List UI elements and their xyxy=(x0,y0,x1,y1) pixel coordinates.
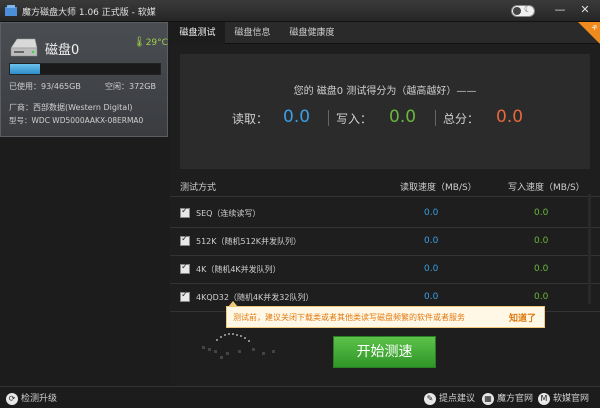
col-read-speed: 读取速度（MB/S） xyxy=(400,183,477,193)
free-space: 空闲：372GB xyxy=(105,82,156,91)
test-name: 512K（随机512K并发队列） xyxy=(196,237,302,246)
m-logo-icon: M xyxy=(538,392,550,405)
minimize-button[interactable]: — xyxy=(553,3,567,17)
score-box: 您的 磁盘0 测试得分为（越高越好）—— 读取： 0.0 写入： 0.0 总分：… xyxy=(180,54,590,169)
feedback-label: 提点建议 xyxy=(439,394,476,404)
read-speed-value: 0.0 xyxy=(424,236,439,246)
temperature-value: 29°C xyxy=(145,38,168,48)
app-logo-icon xyxy=(5,5,17,16)
hard-disk-icon xyxy=(10,38,38,57)
table-row: SEQ（连续读写） 0.0 0.0 xyxy=(170,200,600,228)
test-name: 4KQD32（随机4K并发32队列） xyxy=(196,293,314,302)
title-bar: 魔方磁盘大师 1.06 正式版 - 软媒 ☾ — ✕ xyxy=(0,0,600,22)
col-method: 测试方式 xyxy=(180,183,217,193)
ruanmei-site-label: 软媒官网 xyxy=(553,394,590,404)
check-update-label: 检测升级 xyxy=(21,394,58,404)
progress-graphic xyxy=(202,333,275,359)
thermometer-icon: 🌡 xyxy=(133,37,146,48)
tab-disk-test[interactable]: 磁盘测试 xyxy=(170,22,225,44)
usage-bar xyxy=(9,63,161,75)
status-bar: ⟳ 检测升级 ✎ 提点建议 ▦ 魔方官网 M 软媒官网 xyxy=(0,386,600,408)
tab-disk-health[interactable]: 磁盘健康度 xyxy=(280,22,344,44)
usage-bar-fill xyxy=(10,64,40,74)
table-scrollbar[interactable] xyxy=(588,194,591,304)
disk-name: 磁盘0 xyxy=(45,43,80,58)
tip-popup: 测试前，建议关闭下载类或者其他类读写磁盘频繁的软件或者服务 知道了 xyxy=(226,306,545,328)
col-write-speed: 写入速度（MB/S） xyxy=(508,183,585,193)
cube-icon: ▦ xyxy=(482,392,494,405)
tip-text: 测试前，建议关闭下载类或者其他类读写磁盘频繁的软件或者服务 xyxy=(233,313,465,322)
start-test-button[interactable]: 开始测速 xyxy=(333,336,436,368)
left-panel: 磁盘0 🌡29°C 已使用：93/465GB 空闲：372GB 厂商：西部数据(… xyxy=(0,22,170,386)
score-title: 您的 磁盘0 测试得分为（越高越好）—— xyxy=(293,86,477,97)
read-speed-value: 0.0 xyxy=(424,208,439,218)
table-row: 4K（随机4K并发队列） 0.0 0.0 xyxy=(170,256,600,284)
write-score-label: 写入： xyxy=(336,112,373,126)
score-divider xyxy=(435,110,436,126)
test-checkbox[interactable] xyxy=(180,290,190,302)
write-score-value: 0.0 xyxy=(389,107,417,127)
test-name: 4K（随机4K并发队列） xyxy=(196,265,281,274)
official-site-label: 魔方官网 xyxy=(497,394,534,404)
read-score-value: 0.0 xyxy=(283,107,311,127)
collapse-corner-button[interactable]: » xyxy=(578,22,600,44)
total-score-value: 0.0 xyxy=(496,107,524,127)
tip-dismiss-button[interactable]: 知道了 xyxy=(509,311,536,324)
write-speed-value: 0.0 xyxy=(534,236,549,246)
toggle-knob xyxy=(513,7,521,15)
score-divider xyxy=(328,110,329,126)
test-checkbox[interactable] xyxy=(180,262,190,274)
test-checkbox[interactable] xyxy=(180,206,190,218)
read-speed-value: 0.0 xyxy=(424,292,439,302)
test-table-header: 测试方式 读取速度（MB/S） 写入速度（MB/S） xyxy=(170,177,600,197)
check-update-link[interactable]: ⟳ 检测升级 xyxy=(6,391,57,405)
write-speed-value: 0.0 xyxy=(534,292,549,302)
test-checkbox[interactable] xyxy=(180,234,190,246)
read-score-label: 读取： xyxy=(232,112,269,126)
table-row: 512K（随机512K并发队列） 0.0 0.0 xyxy=(170,228,600,256)
ruanmei-site-link[interactable]: M 软媒官网 xyxy=(538,391,589,405)
tab-bar: 磁盘测试 磁盘信息 磁盘健康度 xyxy=(170,22,600,44)
write-speed-value: 0.0 xyxy=(534,208,549,218)
window-title: 魔方磁盘大师 1.06 正式版 - 软媒 xyxy=(22,8,156,18)
official-site-link[interactable]: ▦ 魔方官网 xyxy=(482,391,533,405)
write-speed-value: 0.0 xyxy=(534,264,549,274)
refresh-icon: ⟳ xyxy=(6,392,18,405)
close-button[interactable]: ✕ xyxy=(578,3,592,17)
feedback-link[interactable]: ✎ 提点建议 xyxy=(424,391,475,405)
total-score-label: 总分： xyxy=(443,112,480,126)
used-space: 已使用：93/465GB xyxy=(9,82,81,91)
disk-vendor: 厂商：西部数据(Western Digital) xyxy=(9,103,133,112)
lightbulb-icon: ✎ xyxy=(424,392,436,405)
read-speed-value: 0.0 xyxy=(424,264,439,274)
disk-model: 型号：WDC WD5000AAKX-08ERMA0 xyxy=(9,116,144,125)
disk-card[interactable]: 磁盘0 🌡29°C 已使用：93/465GB 空闲：372GB 厂商：西部数据(… xyxy=(0,22,168,137)
moon-icon: ☾ xyxy=(523,5,532,15)
test-name: SEQ（连续读写） xyxy=(196,209,261,218)
theme-toggle[interactable]: ☾ xyxy=(511,5,535,17)
tab-disk-info[interactable]: 磁盘信息 xyxy=(225,22,280,44)
temperature-readout: 🌡29°C xyxy=(133,37,168,48)
